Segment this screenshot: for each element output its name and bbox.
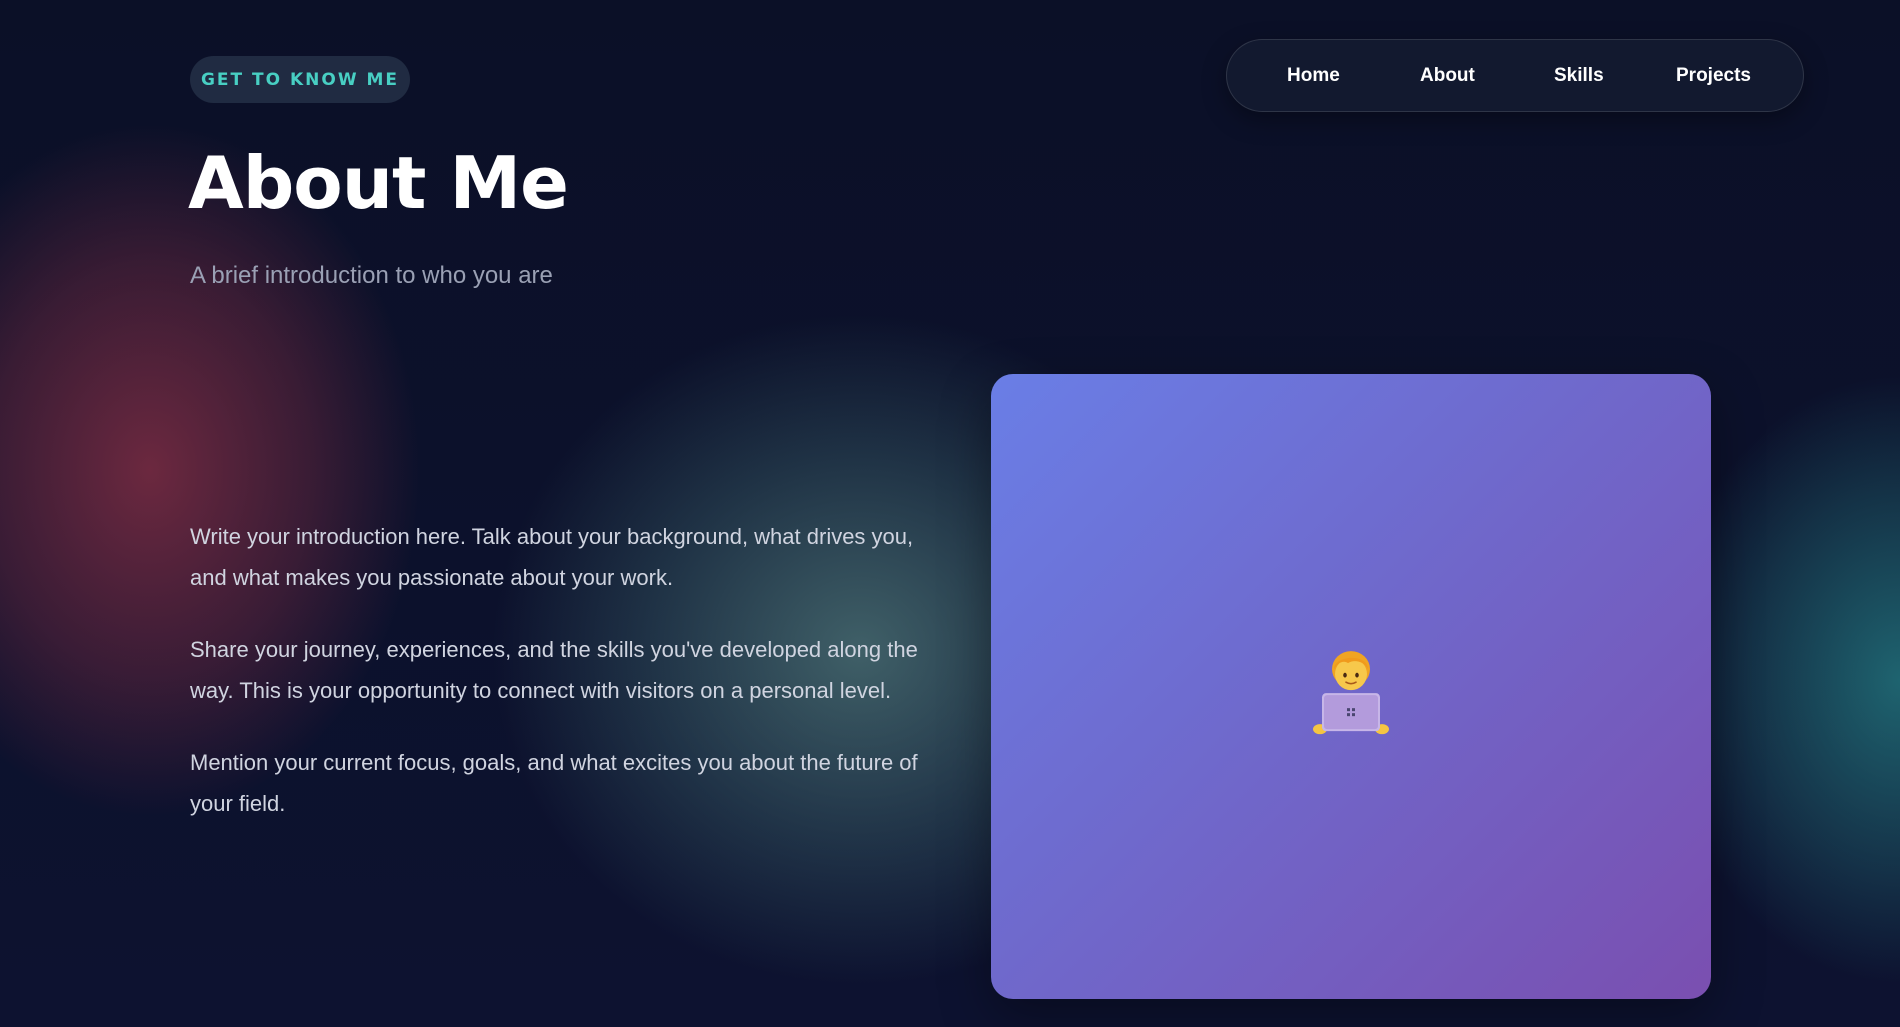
profile-image-card (991, 374, 1711, 999)
section-tag-label: GET TO KNOW ME (200, 69, 400, 90)
page-title: About Me (188, 141, 569, 225)
nav-link-skills[interactable]: Skills (1554, 40, 1604, 111)
nav-link-projects[interactable]: Projects (1676, 40, 1751, 111)
section-tag: GET TO KNOW ME (190, 56, 410, 103)
nav-link-about[interactable]: About (1420, 40, 1475, 111)
nav-link-home[interactable]: Home (1287, 40, 1340, 111)
intro-text: Write your introduction here. Talk about… (190, 516, 930, 855)
intro-paragraph: Share your journey, experiences, and the… (190, 637, 918, 703)
technologist-emoji-icon (1313, 650, 1389, 734)
intro-paragraph: Write your introduction here. Talk about… (190, 524, 914, 590)
intro-paragraph: Mention your current focus, goals, and w… (190, 750, 918, 816)
top-nav: Home About Skills Projects (1226, 39, 1804, 112)
page-subtitle: A brief introduction to who you are (190, 262, 553, 289)
